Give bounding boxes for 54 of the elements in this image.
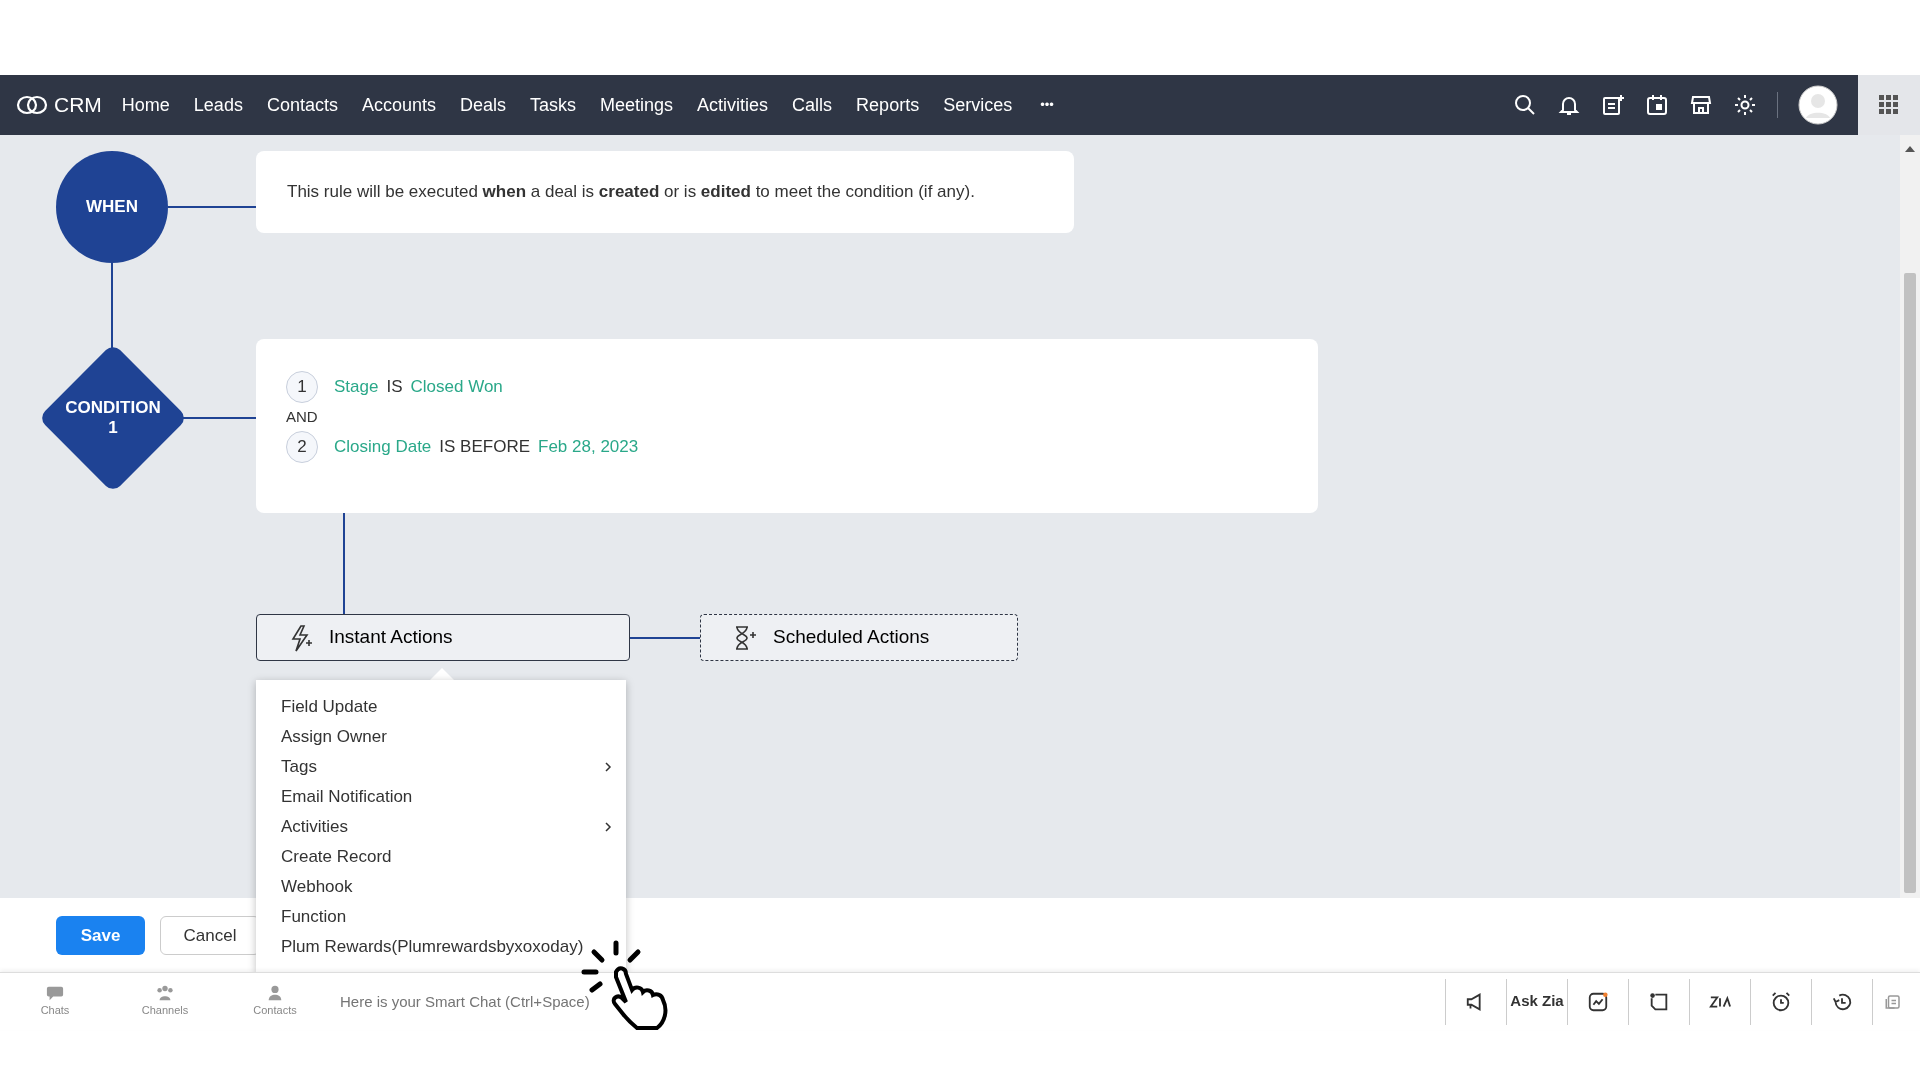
brand-name[interactable]: CRM (54, 89, 102, 121)
add-note-icon[interactable] (1601, 93, 1625, 117)
nav-tab[interactable]: Tasks (518, 75, 589, 135)
chart-card-icon[interactable] (1587, 990, 1609, 1013)
chat-nav-item[interactable]: Channels (110, 984, 220, 1019)
save-button[interactable]: Save (56, 915, 145, 955)
menu-item[interactable]: Tags (256, 752, 626, 782)
cloud-logo-icon (16, 94, 48, 116)
scrollbar-thumb[interactable] (1904, 273, 1916, 893)
menu-item[interactable]: Assign Owner (256, 722, 626, 752)
nav-tab[interactable]: Leads (181, 75, 255, 135)
menu-item[interactable]: Activities (256, 812, 626, 842)
condition-label: CONDITION 1 (64, 398, 162, 438)
field-value: Closed Won (410, 376, 503, 399)
operator-label: IS (386, 376, 403, 399)
operator-label: IS BEFORE (439, 436, 530, 459)
avatar-icon[interactable] (1798, 85, 1838, 125)
settings-icon[interactable] (1733, 93, 1757, 117)
nav-tab[interactable]: Reports (844, 75, 932, 135)
step-number: 1 (286, 371, 318, 403)
instant-actions-button[interactable]: Instant Actions (256, 614, 630, 661)
store-icon[interactable] (1689, 93, 1713, 117)
search-icon[interactable] (1513, 93, 1537, 117)
note-pin-icon[interactable] (1648, 990, 1670, 1013)
menu-item[interactable]: Create Record (256, 842, 626, 872)
nav-tab[interactable]: Home (109, 75, 182, 135)
menu-item[interactable]: Email Notification (256, 782, 626, 812)
stacked-notes-icon[interactable] (1883, 992, 1902, 1011)
field-name: Stage (334, 376, 379, 399)
joiner-label: AND (286, 406, 318, 427)
channels-icon (155, 984, 175, 1003)
menu-item[interactable]: Webhook (256, 872, 626, 902)
field-value: Feb 28, 2023 (538, 436, 639, 459)
nav-tab[interactable]: Services (931, 75, 1025, 135)
nav-tab[interactable]: Contacts (254, 75, 350, 135)
step-number: 2 (286, 431, 318, 463)
nav-tab[interactable]: Calls (780, 75, 845, 135)
nav-tab[interactable]: Meetings (588, 75, 686, 135)
when-node: WHEN (56, 151, 168, 263)
alarm-clock-icon[interactable] (1770, 990, 1792, 1013)
menu-item[interactable]: Field Update (256, 692, 626, 722)
scheduled-actions-button[interactable]: Scheduled Actions (700, 614, 1018, 661)
calendar-icon[interactable] (1645, 93, 1669, 117)
nav-tab[interactable]: Activities (685, 75, 781, 135)
nav-tab[interactable]: Deals (448, 75, 518, 135)
apps-grid-icon[interactable] (1879, 95, 1899, 115)
nav-tab[interactable]: Accounts (349, 75, 448, 135)
rule-description: This rule will be executed when a deal is created or is edited to meet the condition (if any). (286, 181, 975, 204)
field-name: Closing Date (334, 436, 432, 459)
more-button[interactable]: ••• (1028, 75, 1066, 135)
chat-nav-item[interactable]: Contacts (220, 984, 330, 1019)
chat-nav-item[interactable]: Chats (0, 984, 110, 1019)
ask-zia-button[interactable]: Ask Zia (1510, 990, 1564, 1013)
scroll-up-icon[interactable] (1905, 145, 1915, 153)
